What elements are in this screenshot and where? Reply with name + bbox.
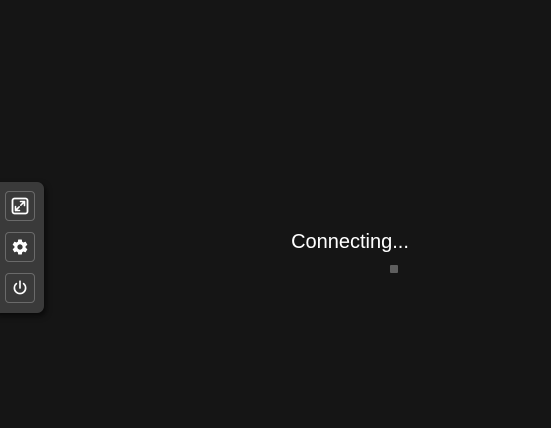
remote-desktop-screen: Connecting...	[0, 0, 551, 428]
connection-status-text: Connecting...	[291, 231, 409, 253]
fullscreen-button[interactable]	[5, 191, 35, 221]
loading-indicator	[390, 265, 398, 273]
power-button[interactable]	[5, 273, 35, 303]
power-icon	[11, 279, 29, 297]
fullscreen-icon	[11, 197, 29, 215]
